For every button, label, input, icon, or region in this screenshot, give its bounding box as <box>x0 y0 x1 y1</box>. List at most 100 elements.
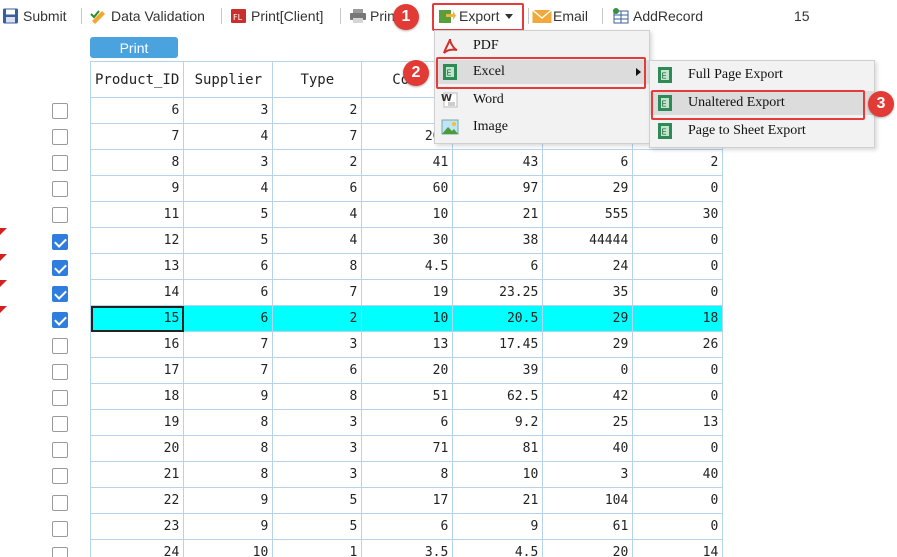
table-cell[interactable]: 16 <box>89 331 185 358</box>
column-header-supplier[interactable]: Supplier <box>183 61 274 98</box>
table-cell[interactable]: 0 <box>632 513 724 540</box>
table-cell[interactable]: 7 <box>272 279 363 306</box>
table-cell[interactable]: 22 <box>89 487 185 514</box>
table-row[interactable]: 11 5 4 10 21 555 30 <box>89 201 724 228</box>
table-cell[interactable]: 29 <box>542 175 634 202</box>
table-cell[interactable]: 0 <box>632 435 724 462</box>
table-row[interactable]: 23 9 5 6 9 61 0 <box>89 513 724 540</box>
table-cell[interactable]: 21 <box>89 461 185 488</box>
row-checkbox[interactable] <box>52 103 68 119</box>
table-cell[interactable]: 14 <box>632 539 724 557</box>
export-word-item[interactable]: W Word <box>435 88 649 112</box>
table-cell[interactable]: 42 <box>542 383 634 410</box>
table-cell[interactable]: 4.5 <box>452 539 544 557</box>
table-cell[interactable]: 20 <box>89 435 185 462</box>
export-pdf-item[interactable]: PDF <box>435 34 649 58</box>
table-cell[interactable]: 40 <box>542 435 634 462</box>
row-checkbox[interactable] <box>52 337 68 354</box>
table-cell[interactable]: 5 <box>183 201 274 228</box>
table-cell[interactable]: 6 <box>183 279 274 306</box>
row-checkbox[interactable] <box>52 233 68 250</box>
table-cell[interactable]: 30 <box>361 227 454 254</box>
table-cell[interactable]: 40 <box>632 461 724 488</box>
table-cell[interactable]: 6 <box>183 253 274 280</box>
table-row[interactable]: 24 10 1 3.5 4.5 20 14 <box>89 539 724 557</box>
print-client-button[interactable]: FL Print[Client] <box>230 5 323 27</box>
table-cell[interactable]: 5 <box>272 487 363 514</box>
table-cell[interactable]: 0 <box>632 383 724 410</box>
table-cell[interactable]: 43 <box>452 149 544 176</box>
table-row[interactable]: 16 7 3 13 17.45 29 26 <box>89 331 724 358</box>
row-checkbox[interactable] <box>52 364 68 380</box>
table-cell[interactable]: 6 <box>89 97 185 124</box>
table-cell[interactable]: 4 <box>183 123 274 150</box>
table-row[interactable]: 21 8 3 8 10 3 40 <box>89 461 724 488</box>
column-header-type[interactable]: Type <box>272 61 363 98</box>
table-cell[interactable]: 9 <box>452 513 544 540</box>
table-cell[interactable]: 97 <box>452 175 544 202</box>
table-cell[interactable]: 20 <box>542 539 634 557</box>
table-cell[interactable]: 61 <box>542 513 634 540</box>
table-cell[interactable]: 0 <box>632 357 724 384</box>
table-cell[interactable]: 10 <box>361 305 454 332</box>
table-cell[interactable]: 4 <box>272 201 363 228</box>
table-cell[interactable]: 8 <box>183 435 274 462</box>
full-page-export-item[interactable]: E Full Page Export <box>650 63 874 87</box>
table-cell[interactable]: 29 <box>542 305 634 332</box>
table-cell[interactable]: 21 <box>452 487 544 514</box>
submit-button[interactable]: Submit <box>2 5 67 27</box>
table-cell[interactable]: 2 <box>272 149 363 176</box>
table-cell[interactable]: 2 <box>632 149 724 176</box>
table-cell[interactable]: 2 <box>272 97 363 124</box>
table-cell[interactable]: 0 <box>632 279 724 306</box>
page-to-sheet-export-item[interactable]: E Page to Sheet Export <box>650 119 874 143</box>
table-cell[interactable]: 13 <box>89 253 185 280</box>
table-cell[interactable]: 25 <box>542 409 634 436</box>
table-cell[interactable]: 26 <box>632 331 724 358</box>
row-checkbox[interactable] <box>52 442 68 459</box>
table-cell[interactable]: 4 <box>272 227 363 254</box>
table-cell[interactable]: 9 <box>183 383 274 410</box>
table-cell[interactable]: 60 <box>361 175 454 202</box>
table-cell[interactable]: 18 <box>632 305 724 332</box>
table-cell[interactable]: 7 <box>272 123 363 150</box>
table-cell[interactable]: 11 <box>89 201 185 228</box>
table-cell[interactable]: 23.25 <box>452 279 544 306</box>
table-cell[interactable]: 10 <box>452 461 544 488</box>
table-cell[interactable]: 5 <box>183 227 274 254</box>
table-cell[interactable]: 4 <box>183 175 274 202</box>
table-row[interactable]: 13 6 8 4.5 6 24 0 <box>89 253 724 280</box>
row-checkbox[interactable] <box>52 416 68 433</box>
table-cell[interactable]: 5 <box>272 513 363 540</box>
table-cell[interactable]: 38 <box>452 227 544 254</box>
table-cell[interactable]: 39 <box>452 357 544 384</box>
table-cell[interactable]: 44444 <box>542 227 634 254</box>
table-cell[interactable]: 9.2 <box>452 409 544 436</box>
unaltered-export-item[interactable]: E Unaltered Export <box>650 91 874 115</box>
row-checkbox[interactable] <box>52 181 68 198</box>
table-row[interactable]: 17 7 6 20 39 0 0 <box>89 357 724 384</box>
table-cell[interactable]: 6 <box>361 513 454 540</box>
table-cell[interactable]: 104 <box>542 487 634 514</box>
table-cell[interactable]: 8 <box>183 409 274 436</box>
table-cell[interactable]: 8 <box>361 461 454 488</box>
table-cell[interactable]: 14 <box>89 279 185 306</box>
table-cell[interactable]: 3.5 <box>361 539 454 557</box>
data-validation-button[interactable]: Data Validation <box>90 5 205 27</box>
print-button[interactable]: Print <box>90 37 178 58</box>
row-checkbox[interactable] <box>52 468 68 485</box>
table-cell[interactable]: 6 <box>183 305 274 332</box>
table-cell[interactable]: 19 <box>89 409 185 436</box>
add-record-button[interactable]: AddRecord <box>612 5 703 27</box>
table-cell[interactable]: 19 <box>361 279 454 306</box>
export-excel-item[interactable]: E Excel <box>435 60 649 84</box>
row-checkbox[interactable] <box>52 259 68 276</box>
table-cell[interactable]: 6 <box>272 357 363 384</box>
table-row[interactable]: 14 6 7 19 23.25 35 0 <box>89 279 724 306</box>
table-cell[interactable]: 62.5 <box>452 383 544 410</box>
table-cell[interactable]: 9 <box>183 513 274 540</box>
table-cell[interactable]: 10 <box>361 201 454 228</box>
table-cell[interactable]: 8 <box>183 461 274 488</box>
table-cell[interactable]: 1 <box>272 539 363 557</box>
table-cell[interactable]: 23 <box>89 513 185 540</box>
